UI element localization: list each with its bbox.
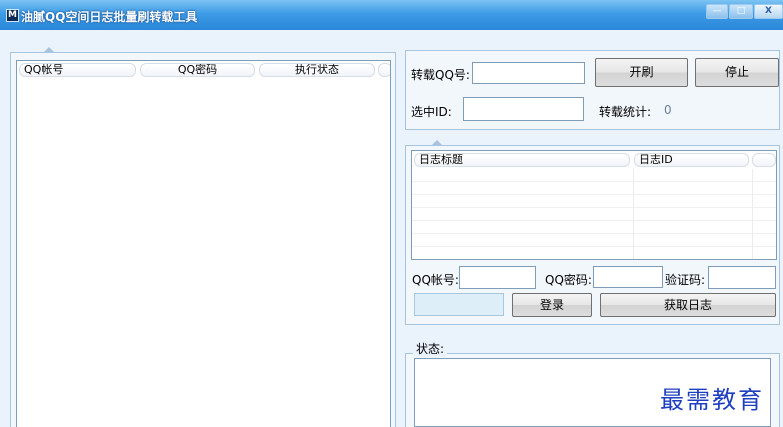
grid-line — [412, 220, 776, 221]
grid-line — [412, 233, 776, 234]
accounts-listview[interactable]: QQ帐号 QQ密码 执行状态 — [16, 60, 391, 427]
column-qq-account[interactable]: QQ帐号 — [19, 63, 136, 77]
stop-button[interactable]: 停止 — [695, 58, 779, 87]
login-qq-input[interactable] — [459, 266, 536, 289]
minimize-button[interactable]: — — [706, 4, 728, 19]
column-diary-title[interactable]: 日志标题 — [414, 153, 630, 167]
fetch-diary-button[interactable]: 获取日志 — [600, 293, 776, 317]
diary-listview[interactable]: 日志标题 日志ID — [411, 150, 777, 260]
grid-line — [412, 246, 776, 247]
login-password-input[interactable] — [593, 266, 663, 288]
repost-qq-label: 转载QQ号: — [411, 68, 470, 82]
start-button[interactable]: 开刷 — [595, 58, 688, 87]
captcha-label: 验证码: — [665, 273, 706, 287]
app-icon: M — [6, 9, 19, 22]
diary-list-header: 日志标题 日志ID — [412, 151, 776, 169]
column-filler — [378, 63, 390, 77]
repost-stats-value: 0 — [664, 103, 672, 117]
maximize-button[interactable]: □ — [729, 4, 753, 19]
repost-qq-input[interactable] — [472, 62, 585, 84]
captcha-input[interactable] — [708, 266, 776, 289]
window-title: 油腻QQ空间日志批量刷转载工具 — [21, 10, 198, 24]
grid-line — [412, 194, 776, 195]
selected-id-label: 选中ID: — [411, 105, 452, 119]
diary-group-notch — [432, 140, 442, 145]
column-qq-password[interactable]: QQ密码 — [140, 63, 255, 77]
column-filler — [752, 153, 776, 167]
title-bar[interactable]: M 油腻QQ空间日志批量刷转载工具 — □ X — [0, 0, 783, 30]
captcha-image[interactable] — [414, 293, 504, 316]
login-button[interactable]: 登录 — [512, 293, 592, 317]
login-qq-label: QQ帐号: — [412, 273, 459, 287]
close-button[interactable]: X — [754, 4, 783, 19]
accounts-list-header: QQ帐号 QQ密码 执行状态 — [17, 61, 390, 79]
watermark: 最需教育 — [660, 386, 764, 414]
status-label: 状态: — [413, 340, 448, 357]
accounts-group-notch — [44, 47, 54, 52]
login-password-label: QQ密码: — [545, 273, 592, 287]
grid-line — [412, 207, 776, 208]
selected-id-input[interactable] — [463, 97, 584, 121]
column-diary-id[interactable]: 日志ID — [634, 153, 749, 167]
column-exec-status[interactable]: 执行状态 — [259, 63, 375, 77]
repost-stats-label: 转载统计: — [599, 105, 652, 119]
grid-line — [412, 181, 776, 182]
